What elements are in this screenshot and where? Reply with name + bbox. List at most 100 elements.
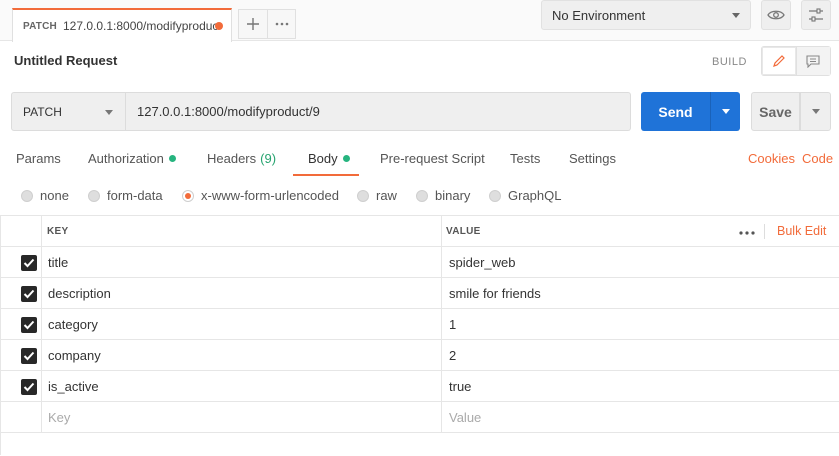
checkmark-icon [23,382,35,392]
more-tabs-button[interactable] [268,9,296,39]
body-type-graphql-label: GraphQL [508,188,562,203]
row-value[interactable]: smile for friends [449,286,541,301]
tab-params[interactable]: Params [16,151,61,166]
tab-prerequest-label: Pre-request Script [380,151,485,166]
manage-environments-button[interactable] [801,0,831,30]
new-tab-button[interactable] [238,9,268,39]
chevron-down-icon [105,110,113,115]
row-key[interactable]: title [48,255,68,270]
row-enabled-checkbox[interactable] [21,255,37,271]
body-type-binary[interactable]: binary [416,188,470,203]
save-options-button[interactable] [800,92,831,131]
column-divider [441,278,442,308]
tab-headers[interactable]: Headers (9) [207,151,276,166]
row-enabled-checkbox[interactable] [21,286,37,302]
table-row: category 1 [0,309,839,340]
eye-icon [767,10,785,20]
edit-mode-button[interactable] [762,47,797,75]
request-tab-method: PATCH [23,20,57,32]
tab-prerequest-script[interactable]: Pre-request Script [380,151,485,166]
row-enabled-checkbox[interactable] [21,379,37,395]
kv-table: KEY VALUE Bulk Edit title spider_webdescr… [0,215,839,433]
build-mode-label: BUILD [712,56,747,68]
new-key-input[interactable]: Key [48,410,70,425]
body-type-graphql[interactable]: GraphQL [489,188,561,203]
row-key[interactable]: company [48,348,101,363]
sliders-icon [809,8,823,22]
environment-select[interactable]: No Environment [541,0,751,30]
unsaved-dot-icon [215,22,223,30]
tab-body[interactable]: Body [308,151,350,166]
row-value[interactable]: true [449,379,471,394]
pencil-icon [772,55,785,67]
column-divider [41,247,42,277]
bulk-edit-link[interactable]: Bulk Edit [777,224,826,238]
chevron-down-icon [732,13,740,18]
environment-select-value: No Environment [552,7,646,23]
key-column-header: KEY [47,226,69,237]
table-header: KEY VALUE Bulk Edit [0,215,839,247]
top-tab-bar: PATCH 127.0.0.1:8000/modifyproduc No Env… [0,0,839,42]
comments-button[interactable] [796,47,830,75]
row-key[interactable]: is_active [48,379,99,394]
tab-params-label: Params [16,151,61,166]
cookies-link[interactable]: Cookies [748,151,795,166]
row-enabled-checkbox[interactable] [21,317,37,333]
request-title[interactable]: Untitled Request [14,53,117,68]
radio-icon [88,189,100,202]
table-row: description smile for friends [0,278,839,309]
body-type-raw[interactable]: raw [357,188,397,203]
tab-settings[interactable]: Settings [569,151,616,166]
row-enabled-checkbox[interactable] [21,348,37,364]
column-divider [441,216,442,246]
tab-authorization-label: Authorization [88,151,164,166]
body-type-selector: none form-data x-www-form-urlencoded raw… [0,185,839,207]
send-button[interactable]: Send [641,92,710,131]
tab-tests[interactable]: Tests [510,151,540,166]
active-tab-indicator [293,174,359,176]
body-type-urlencoded-label: x-www-form-urlencoded [201,188,339,203]
table-row: company 2 [0,340,839,371]
new-value-input[interactable]: Value [449,410,481,425]
row-key[interactable]: category [48,317,98,332]
url-input[interactable]: 127.0.0.1:8000/modifyproduct/9 [126,92,631,131]
table-row-empty: Key Value [0,402,839,433]
chevron-down-icon [811,109,820,114]
ellipsis-icon [275,22,288,26]
method-select[interactable]: PATCH [11,92,126,131]
table-options-button[interactable] [739,222,755,238]
value-column-header: VALUE [446,226,481,237]
save-button[interactable]: Save [751,92,800,131]
status-dot-icon [168,155,176,162]
body-type-none-label: none [40,188,69,203]
tab-body-label: Body [308,151,338,166]
tab-tests-label: Tests [510,151,541,166]
radio-selected-icon [182,189,194,202]
tab-settings-label: Settings [569,151,616,166]
row-key[interactable]: description [48,286,111,301]
column-divider [41,278,42,308]
row-value[interactable]: 2 [449,348,456,363]
column-divider [441,309,442,339]
send-options-button[interactable] [710,92,740,131]
body-type-urlencoded[interactable]: x-www-form-urlencoded [182,188,339,203]
chevron-down-icon [721,109,730,114]
header-divider [764,224,765,239]
tab-authorization[interactable]: Authorization [88,151,176,166]
body-type-none[interactable]: none [21,188,69,203]
table-body: title spider_web description smile for frie… [0,247,839,402]
radio-icon [357,189,369,202]
request-tab[interactable]: PATCH 127.0.0.1:8000/modifyproduc [12,8,232,42]
body-type-binary-label: binary [435,188,471,203]
column-divider [441,371,442,401]
column-divider [41,340,42,370]
body-type-raw-label: raw [376,188,397,203]
row-value[interactable]: 1 [449,317,456,332]
environment-quick-look-button[interactable] [761,0,791,30]
row-value[interactable]: spider_web [449,255,516,270]
body-type-form-data[interactable]: form-data [88,188,163,203]
column-divider [41,309,42,339]
headers-count: (9) [260,151,277,166]
code-link[interactable]: Code [802,151,833,166]
request-tab-url: 127.0.0.1:8000/modifyproduc [62,19,219,33]
